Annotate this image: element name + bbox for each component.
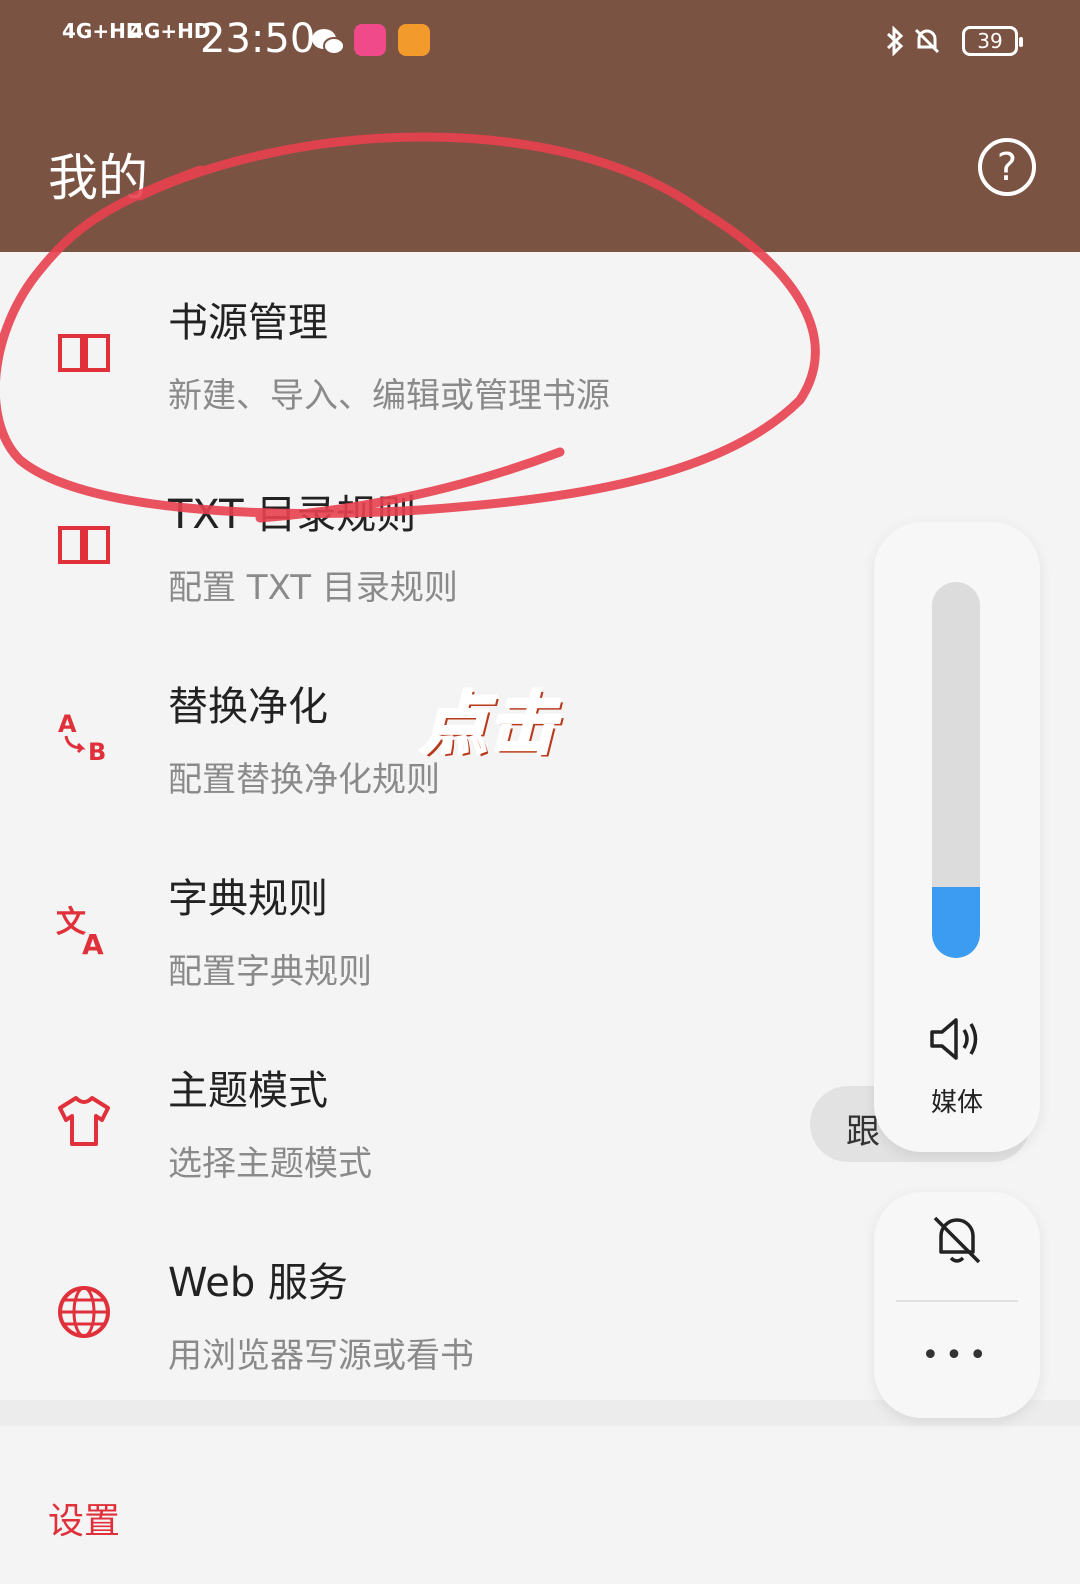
svg-text:A: A (82, 928, 104, 956)
ringer-panel-divider (896, 1300, 1018, 1302)
menu-item-subtitle: 选择主题模式 (168, 1144, 372, 1184)
speaker-icon[interactable] (926, 1014, 986, 1064)
bell-muted-status-icon (912, 26, 942, 60)
translate-icon: 文 A (56, 905, 104, 956)
volume-slider-fill (932, 886, 980, 958)
menu-item-title: 书源管理 (168, 300, 328, 346)
menu-item-title: TXT 目录规则 (168, 492, 417, 538)
app-notification-icon (398, 24, 430, 56)
menu-item-title: 替换净化 (168, 684, 328, 730)
menu-item-subtitle: 新建、导入、编辑或管理书源 (168, 376, 610, 416)
menu-item-subtitle: 配置替换净化规则 (168, 760, 440, 800)
book-open-icon (58, 334, 110, 372)
media-label: 媒体 (930, 1088, 983, 1118)
tshirt-icon (58, 1096, 110, 1146)
volume-panel: 媒体 (874, 522, 1040, 1152)
help-button[interactable]: ? (978, 138, 1036, 196)
menu-item-title: 字典规则 (168, 876, 328, 922)
settings-section-header: 设置 (48, 1501, 121, 1542)
replace-ab-icon: A B (58, 710, 106, 764)
globe-icon (58, 1286, 110, 1338)
status-time: 23:50 (200, 16, 316, 62)
page-title: 我的 (48, 149, 148, 207)
signal-indicator-2: 4G+HD (130, 19, 211, 43)
svg-text:A: A (58, 710, 77, 738)
app-bar: 4G+HD 4G+HD 23:50 39 我的 ? (0, 0, 1080, 252)
volume-slider[interactable] (932, 582, 980, 958)
book-open-icon (58, 526, 110, 564)
menu-item-subtitle: 配置 TXT 目录规则 (168, 568, 458, 608)
menu-item-subtitle: 配置字典规则 (168, 952, 372, 992)
bilibili-icon (354, 24, 386, 56)
menu-item-title: Web 服务 (168, 1260, 348, 1306)
wechat-icon (310, 26, 346, 62)
bell-muted-icon[interactable] (927, 1210, 987, 1270)
menu-item-book-source[interactable]: 书源管理 新建、导入、编辑或管理书源 (0, 252, 1080, 442)
bluetooth-icon (884, 25, 906, 60)
menu-item-title: 主题模式 (168, 1068, 328, 1114)
ringer-panel: ••• (874, 1192, 1040, 1418)
more-options-button[interactable]: ••• (874, 1338, 1040, 1373)
battery-indicator: 39 (962, 26, 1023, 56)
help-circle-icon: ? (996, 145, 1018, 189)
menu-item-subtitle: 用浏览器写源或看书 (168, 1336, 474, 1376)
svg-text:B: B (88, 738, 106, 764)
tap-annotation: 点击 (418, 684, 557, 766)
